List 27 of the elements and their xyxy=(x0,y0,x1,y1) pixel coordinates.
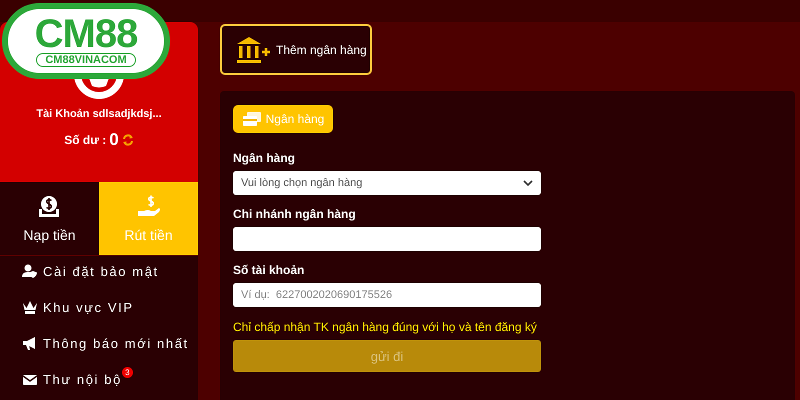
unread-badge: 3 xyxy=(122,367,133,378)
user-shield-icon xyxy=(22,264,38,279)
envelope-icon xyxy=(22,372,38,387)
balance-value: 0 xyxy=(109,130,119,150)
megaphone-icon xyxy=(22,336,38,351)
balance-label: Số dư : xyxy=(64,133,106,147)
logo: CM88 CM88VINACOM xyxy=(2,3,170,79)
chevron-down-icon xyxy=(523,180,533,186)
bank-select[interactable]: Vui lòng chọn ngân hàng xyxy=(233,171,541,195)
cards-icon xyxy=(242,111,262,127)
menu-item[interactable]: Cài đặt bảo mật xyxy=(22,264,159,279)
input-field[interactable] xyxy=(233,227,541,251)
account-name: Tài Khoản sdlsadjkdsj... xyxy=(36,108,162,120)
field-label: Số tài khoản xyxy=(233,263,304,277)
hand-coin-icon xyxy=(136,194,162,218)
bank-note: Chỉ chấp nhận TK ngân hàng đúng với họ và tên đăng ký xyxy=(233,320,537,334)
menu-item[interactable]: Thông báo mới nhất xyxy=(22,336,189,351)
menu-item[interactable]: Thư nội bộ xyxy=(22,372,122,387)
crown-icon xyxy=(22,300,38,315)
bank-plus-icon xyxy=(236,36,272,64)
sidebar-tab[interactable]: Nạp tiền xyxy=(0,182,99,255)
input-field[interactable]: Ví dụ: 6227002020690175526 xyxy=(233,283,541,307)
add-bank-button[interactable]: Thêm ngân hàng xyxy=(220,24,372,75)
field-label: Ngân hàng xyxy=(233,151,295,165)
refresh-icon xyxy=(122,134,134,146)
menu-item[interactable]: Khu vực VIP xyxy=(22,300,134,315)
field-label: Chi nhánh ngân hàng xyxy=(233,207,356,221)
